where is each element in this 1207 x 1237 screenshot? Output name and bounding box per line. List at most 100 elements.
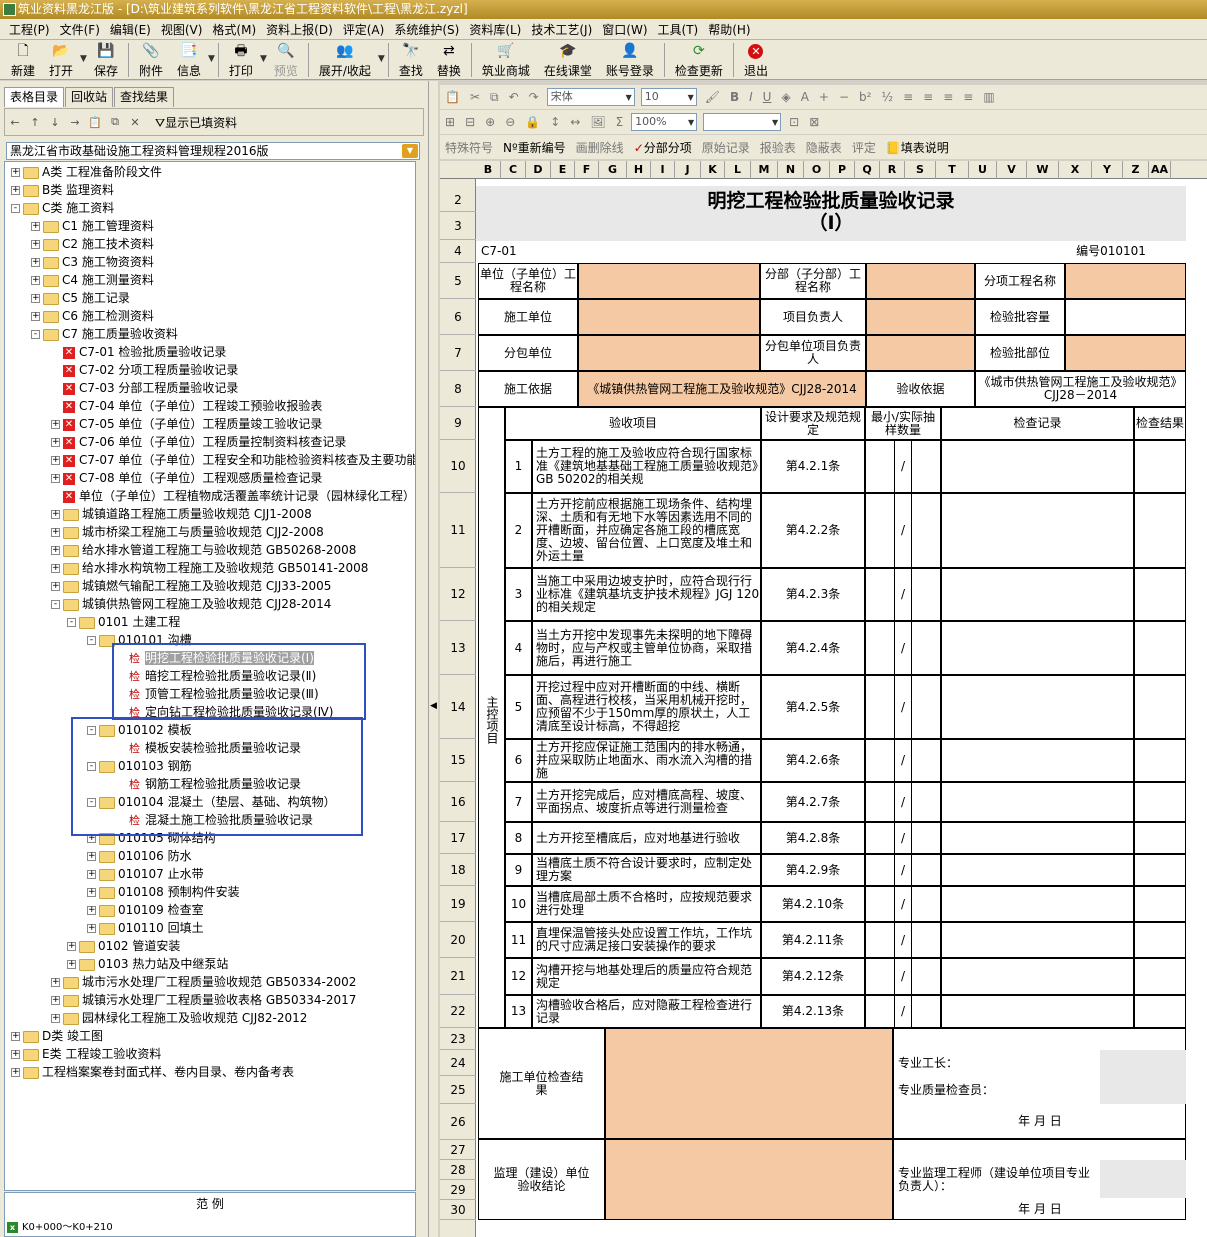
row-label[interactable]: 26 [440, 1104, 476, 1140]
expand-icon[interactable]: + [51, 510, 60, 519]
tree-folder[interactable]: + B类 监理资料 [11, 181, 114, 199]
item-spec[interactable]: 第4.2.12条 [761, 958, 865, 995]
column-label[interactable]: E [551, 161, 575, 179]
item-result[interactable] [1134, 675, 1186, 739]
field-label[interactable]: 检验批容量 [975, 299, 1065, 335]
item-spec[interactable]: 第4.2.10条 [761, 886, 865, 922]
field-label[interactable]: 施工单位 [478, 299, 578, 335]
item-description[interactable]: 直埋保温管接头处应设置工作坑，工作坑的尺寸应满足接口安装操作的要求 [532, 922, 761, 958]
item-record[interactable] [941, 782, 1134, 822]
item-sample-actual[interactable]: / [895, 886, 911, 922]
inspection-form-button[interactable]: 报验表 [755, 139, 801, 156]
cut-icon[interactable]: ✂ [465, 90, 485, 104]
expand-icon[interactable]: + [51, 564, 60, 573]
item-spec[interactable]: 第4.2.2条 [761, 493, 865, 568]
item-sample-blank[interactable] [911, 886, 941, 922]
tree-folder[interactable]: +010110 回填土 [87, 919, 204, 937]
fill-instructions-button[interactable]: 📒填表说明 [881, 139, 954, 156]
item-record[interactable] [941, 995, 1134, 1028]
signature-box[interactable] [1100, 1160, 1186, 1198]
row-label[interactable]: 2 [440, 189, 476, 212]
tree-folder[interactable]: + A类 工程准备阶段文件 [11, 163, 162, 181]
move-left-icon[interactable]: ← [5, 116, 25, 129]
field-input[interactable] [1065, 335, 1186, 371]
item-record[interactable] [941, 854, 1134, 886]
collapse-icon[interactable]: - [51, 600, 60, 609]
item-sample-blank[interactable] [911, 995, 941, 1028]
shop-button[interactable]: 🛒 筑业商城 [475, 40, 537, 79]
column-label[interactable]: J [675, 161, 701, 179]
item-sample-actual[interactable]: / [895, 568, 911, 621]
item-result[interactable] [1134, 995, 1186, 1028]
foreman-label[interactable]: 专业工长： [895, 1050, 1100, 1076]
column-label[interactable]: S [905, 161, 936, 179]
tab-recycle-bin[interactable]: 回收站 [65, 87, 114, 107]
item-result[interactable] [1134, 493, 1186, 568]
expand-icon[interactable]: + [31, 312, 40, 321]
bold-icon[interactable]: B [725, 90, 744, 104]
row-label[interactable]: 22 [440, 995, 476, 1028]
item-result[interactable] [1134, 739, 1186, 782]
item-sample-actual[interactable]: / [895, 822, 911, 854]
open-button[interactable]: 📂 打开 [42, 40, 80, 79]
row-label[interactable]: 15 [440, 739, 476, 782]
row-label[interactable]: 24 [440, 1050, 476, 1076]
tree-folder[interactable]: - C类 施工资料 [11, 199, 114, 217]
add-table-icon[interactable]: 📋 [85, 116, 105, 129]
italic-icon[interactable]: I [744, 90, 758, 104]
column-label[interactable]: O [804, 161, 830, 179]
row-label[interactable]: 21 [440, 958, 476, 995]
item-record[interactable] [941, 675, 1134, 739]
item-record[interactable] [941, 886, 1134, 922]
font-size-select[interactable]: 10 [640, 88, 697, 106]
expand-icon[interactable]: + [11, 186, 20, 195]
subdivision-button[interactable]: ✓分部分项 [629, 139, 697, 156]
tree-item[interactable]: + ✕ C7-08 单位（子单位）工程观感质量检查记录 [51, 469, 322, 487]
tree-folder[interactable]: + C1 施工管理资料 [31, 217, 154, 235]
item-spec[interactable]: 第4.2.4条 [761, 621, 865, 675]
field-label[interactable]: 项目负责人 [760, 299, 866, 335]
row-label[interactable]: 23 [440, 1028, 476, 1050]
item-result[interactable] [1134, 922, 1186, 958]
expand-icon[interactable]: + [51, 996, 60, 1005]
expand-icon[interactable]: + [31, 294, 40, 303]
item-result[interactable] [1134, 440, 1186, 493]
align-center-icon[interactable]: ≡ [918, 90, 938, 104]
tree-item[interactable]: ✕ C7-04 单位（子单位）工程竣工预验收报验表 [63, 397, 322, 415]
tree-item[interactable]: ✕ C7-03 分部工程质量验收记录 [63, 379, 238, 397]
item-sample-actual[interactable]: / [895, 854, 911, 886]
align-left-icon[interactable]: ≡ [898, 90, 918, 104]
copy-icon[interactable]: ⧉ [105, 115, 125, 129]
expand-icon[interactable]: + [51, 978, 60, 987]
item-description[interactable]: 当土方开挖中发现事先未探明的地下障碍物时，应与产权或主管单位协商，采取措施后，再… [532, 621, 761, 675]
expand-collapse-button[interactable]: 👥 展开/收起 [312, 40, 378, 79]
expand-icon[interactable]: + [51, 438, 60, 447]
item-sample-min[interactable] [865, 782, 895, 822]
standard-select[interactable]: 黑龙江省市政基础设施工程资料管理规程2016版 ▼ [6, 142, 420, 160]
preview-button[interactable]: 🔍 预览 [267, 40, 305, 79]
menu-item[interactable]: 窗口(W) [597, 21, 652, 38]
field-label[interactable]: 施工依据 [478, 371, 578, 407]
expand-icon[interactable]: + [11, 168, 20, 177]
field-input[interactable] [866, 299, 975, 335]
item-sample-blank[interactable] [911, 675, 941, 739]
item-sample-min[interactable] [865, 739, 895, 782]
item-sample-actual[interactable]: / [895, 621, 911, 675]
menu-item[interactable]: 评定(A) [338, 21, 390, 38]
item-description[interactable]: 土方开挖前应根据施工现场条件、结构埋深、土质和有无地下水等因素选用不同的开槽断面… [532, 493, 761, 568]
column-label[interactable]: C [501, 161, 526, 179]
dropdown-arrow-icon[interactable]: ▼ [402, 144, 418, 158]
item-spec[interactable]: 第4.2.11条 [761, 922, 865, 958]
item-record[interactable] [941, 822, 1134, 854]
expand-icon[interactable]: + [11, 1032, 20, 1041]
tree-folder[interactable]: +010106 防水 [87, 847, 192, 865]
item-description[interactable]: 土方开挖应保证施工范围内的排水畅通，并应采取防止地面水、雨水流入沟槽的措施 [532, 739, 761, 782]
column-label[interactable]: M [751, 161, 778, 179]
column-label[interactable]: D [526, 161, 551, 179]
supervision-conclusion[interactable] [605, 1139, 893, 1220]
expand-icon[interactable]: + [87, 924, 96, 933]
column-label[interactable]: T [936, 161, 969, 179]
item-number[interactable]: 10 [505, 886, 532, 922]
expand-icon[interactable]: + [31, 240, 40, 249]
row-label[interactable]: 28 [440, 1160, 476, 1180]
